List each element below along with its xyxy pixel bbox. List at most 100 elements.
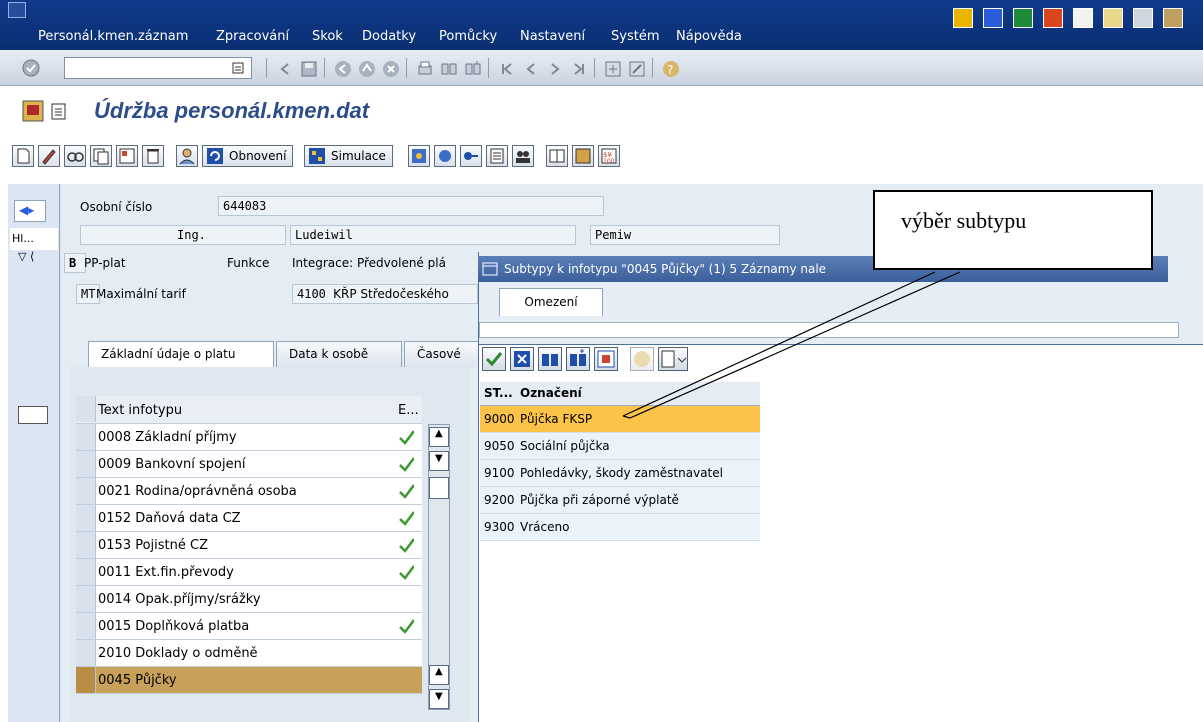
change-icon[interactable] [38,145,60,167]
table-row[interactable]: 0014 Opak.příjmy/srážky [76,586,422,613]
menu-system[interactable]: Systém [611,29,659,44]
layout-icon[interactable] [953,8,973,28]
menu-help[interactable]: Nápověda [676,29,742,44]
copy-icon[interactable] [90,145,112,167]
note-icon[interactable] [1103,8,1123,28]
menu-utilities[interactable]: Pomůcky [439,29,497,44]
page-down-button[interactable]: ▼ [429,689,449,709]
back-icon[interactable] [334,60,352,78]
find-icon[interactable] [440,60,458,78]
row-selector[interactable] [76,451,96,477]
row-selector[interactable] [76,613,96,639]
display-icon[interactable] [64,145,86,167]
organizational-icon[interactable] [408,145,430,167]
map-icon[interactable] [572,145,594,167]
menu-extras[interactable]: Dodatky [362,29,416,44]
menu-processing[interactable]: Zpracování [216,29,289,44]
excel-icon[interactable] [1013,8,1033,28]
table-row[interactable]: 2010 Doklady o odměně [76,640,422,667]
select-all-cell[interactable] [76,396,96,422]
cancel-button[interactable] [510,347,534,371]
page-up-button[interactable]: ▲ [429,665,449,685]
help-button[interactable] [630,347,654,371]
find-next-button[interactable] [566,347,590,371]
scroll-up-button[interactable]: ▲ [429,427,449,447]
document-list-icon[interactable] [50,102,68,120]
subtype-row[interactable]: 9000 Půjčka FKSP [480,406,760,433]
row-selector[interactable] [76,478,96,504]
table-row[interactable]: 0153 Pojistné CZ [76,532,422,559]
subtype-row[interactable]: 9100 Pohledávky, škody zaměstnavatel [480,460,760,487]
command-history-icon[interactable] [232,62,244,74]
back-arrow-icon[interactable] [276,60,294,78]
panel-scroll-box[interactable] [18,406,48,424]
find-button[interactable] [538,347,562,371]
new-session-icon[interactable] [604,60,622,78]
row-selector[interactable] [76,559,96,585]
menu-settings[interactable]: Nastavení [520,29,585,44]
currency-icon[interactable]: $¥ 100 [598,145,620,167]
confirm-button[interactable] [482,347,506,371]
tree-expand-icon[interactable]: ▽ ⟨ [18,250,34,263]
export-button[interactable] [658,347,688,371]
delete-icon[interactable] [142,145,164,167]
shortcut-icon[interactable] [628,60,646,78]
office-icon[interactable] [1043,8,1063,28]
row-selector[interactable] [76,505,96,531]
panel-toggle-button[interactable]: ◀▸ [14,200,46,222]
create-icon[interactable] [12,145,34,167]
subtype-row[interactable]: 9300 Vráceno [480,514,760,541]
cost-icon[interactable] [434,145,456,167]
exit-icon[interactable] [358,60,376,78]
table-row[interactable]: 0011 Ext.fin.převody [76,559,422,586]
sap-menu-icon[interactable] [8,2,26,18]
previous-page-icon[interactable] [522,60,540,78]
table-row[interactable]: 0009 Bankovní spojení [76,451,422,478]
command-field[interactable] [64,57,252,79]
first-page-icon[interactable] [498,60,516,78]
refresh-button[interactable]: Obnovení [202,145,294,167]
persons-icon[interactable] [512,145,534,167]
next-page-icon[interactable] [546,60,564,78]
personal-number-field[interactable]: 644083 [218,196,604,216]
infotype-scrollbar[interactable]: ▲ ▼ ▲ ▼ [428,424,450,710]
simulation-button[interactable]: Simulace [304,145,393,167]
select-all-button[interactable] [594,347,618,371]
row-selector[interactable] [76,667,96,693]
overview-icon[interactable] [176,145,198,167]
cancel-icon[interactable] [382,60,400,78]
selection-screen-icon[interactable] [22,100,44,122]
print-icon[interactable] [416,60,434,78]
delimit-icon[interactable] [116,145,138,167]
panel-tab[interactable]: Hl... [10,228,58,250]
scroll-thumb[interactable] [429,477,449,499]
find-next-icon[interactable] [464,60,482,78]
row-selector[interactable] [76,532,96,558]
scroll-down-button[interactable]: ▼ [429,451,449,471]
table-row[interactable]: 0015 Doplňková platba [76,613,422,640]
word-icon[interactable] [983,8,1003,28]
window-icon[interactable] [1073,8,1093,28]
customize-icon[interactable] [1163,8,1183,28]
menu-goto[interactable]: Skok [312,29,343,44]
help-icon[interactable]: ? [662,60,680,78]
tab-personal-data[interactable]: Data k osobě [276,341,402,367]
last-page-icon[interactable] [570,60,588,78]
menu-personal-record[interactable]: Personál.kmen.záznam [38,29,188,44]
help-viewer-icon[interactable] [1133,8,1153,28]
subtype-row[interactable]: 9050 Sociální půjčka [480,433,760,460]
table-row[interactable]: 0008 Základní příjmy [76,424,422,451]
tab-restrictions[interactable]: Omezení [499,288,603,316]
enter-check-icon[interactable] [22,59,40,77]
book-icon[interactable] [546,145,568,167]
list-icon[interactable] [486,145,508,167]
table-row[interactable]: 0152 Daňová data CZ [76,505,422,532]
row-selector[interactable] [76,640,96,666]
tab-basic-pay-data[interactable]: Základní údaje o platu [88,341,274,367]
tab-time[interactable]: Časové [404,341,484,367]
subtype-row[interactable]: 9200 Půjčka při záporné výplatě [480,487,760,514]
row-selector[interactable] [76,586,96,612]
table-row[interactable]: 0021 Rodina/oprávněná osoba [76,478,422,505]
key-icon[interactable] [460,145,482,167]
row-selector[interactable] [76,424,96,450]
